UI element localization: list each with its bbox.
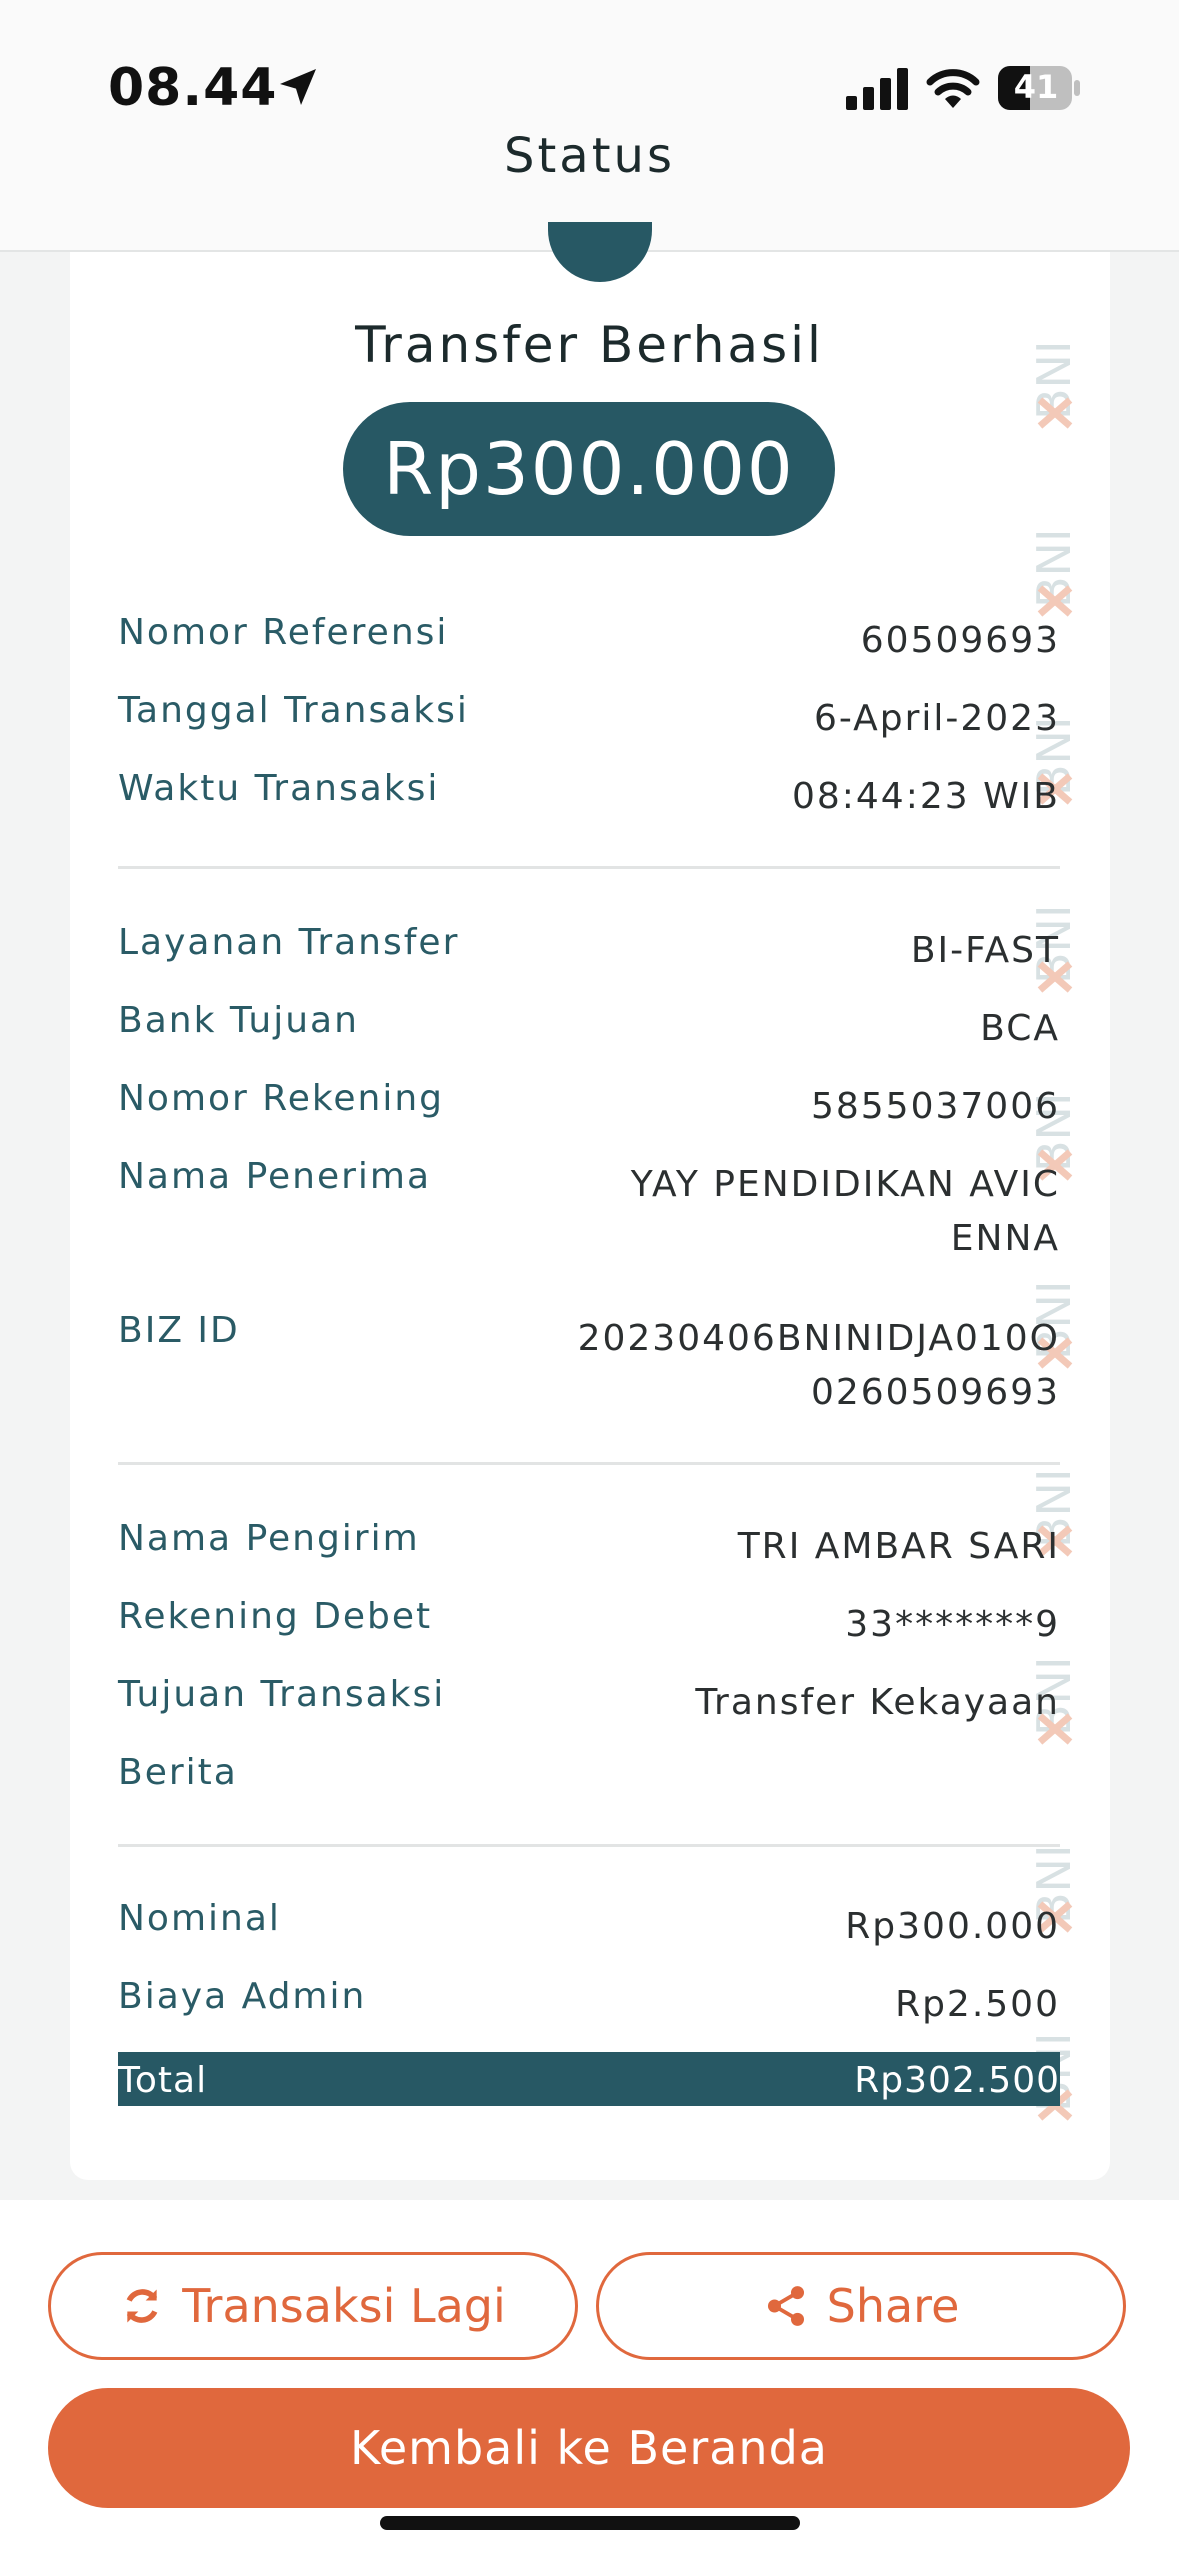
- total-value: Rp302.500: [854, 2060, 1060, 2101]
- transfer-amount: Rp300.000: [343, 402, 835, 536]
- location-arrow-icon: [280, 69, 316, 105]
- detail-value: 60509693: [860, 620, 1060, 661]
- section-divider: [118, 1462, 1060, 1465]
- section-divider: [118, 1844, 1060, 1847]
- detail-value: Rp300.000: [845, 1906, 1060, 1947]
- repeat-transaction-button[interactable]: Transaksi Lagi: [48, 2252, 578, 2360]
- detail-value: 5855037006: [810, 1086, 1060, 1127]
- page-title: Status: [504, 128, 675, 184]
- detail-value: 6-April-2023: [814, 698, 1060, 739]
- detail-value: Rp2.500: [895, 1984, 1060, 2025]
- detail-label: Nama Pengirim: [118, 1518, 420, 1559]
- detail-label: Nominal: [118, 1898, 281, 1939]
- share-icon: [767, 2286, 804, 2326]
- total-label: Total: [118, 2060, 208, 2101]
- detail-value: 33*******9: [845, 1604, 1060, 1645]
- share-button[interactable]: Share: [596, 2252, 1126, 2360]
- cellular-signal-icon: [846, 68, 908, 110]
- detail-value: 08:44:23 WIB: [791, 776, 1060, 817]
- header-bar: 08.44 41 Status: [0, 0, 1179, 252]
- detail-label: Nomor Referensi: [118, 612, 449, 653]
- repeat-transaction-label: Transaksi Lagi: [182, 2279, 506, 2333]
- detail-value: BI-FAST: [910, 930, 1060, 971]
- section-divider: [118, 866, 1060, 869]
- detail-label: Berita: [118, 1752, 238, 1793]
- detail-label: Nama Penerima: [118, 1156, 432, 1197]
- battery-level: 41: [1013, 68, 1059, 106]
- refresh-icon: [126, 2289, 158, 2323]
- detail-label: Biaya Admin: [118, 1976, 367, 2017]
- detail-label: Tanggal Transaksi: [118, 690, 469, 731]
- transfer-status-title: Transfer Berhasil: [355, 316, 824, 374]
- detail-value: TRI AMBAR SARI: [737, 1526, 1060, 1567]
- detail-value: 20230406BNINIDJA010O0260509693: [577, 1318, 1060, 1413]
- detail-label: Nomor Rekening: [118, 1078, 445, 1119]
- back-to-home-button[interactable]: Kembali ke Beranda: [48, 2388, 1130, 2508]
- detail-label: Tujuan Transaksi: [118, 1674, 446, 1715]
- detail-value: BCA: [980, 1008, 1060, 1049]
- detail-label: Layanan Transfer: [118, 922, 460, 963]
- status-time: 08.44: [108, 58, 278, 118]
- total-row: Total Rp302.500: [118, 2052, 1060, 2106]
- share-label: Share: [826, 2279, 960, 2333]
- wifi-icon: [926, 69, 980, 108]
- detail-label: Waktu Transaksi: [118, 768, 440, 809]
- detail-label: BIZ ID: [118, 1310, 240, 1351]
- detail-value: Transfer Kekayaan: [695, 1682, 1060, 1723]
- detail-value: YAY PENDIDIKAN AVICENNA: [630, 1164, 1060, 1259]
- detail-label: Bank Tujuan: [118, 1000, 359, 1041]
- home-indicator: [380, 2516, 800, 2530]
- detail-label: Rekening Debet: [118, 1596, 433, 1637]
